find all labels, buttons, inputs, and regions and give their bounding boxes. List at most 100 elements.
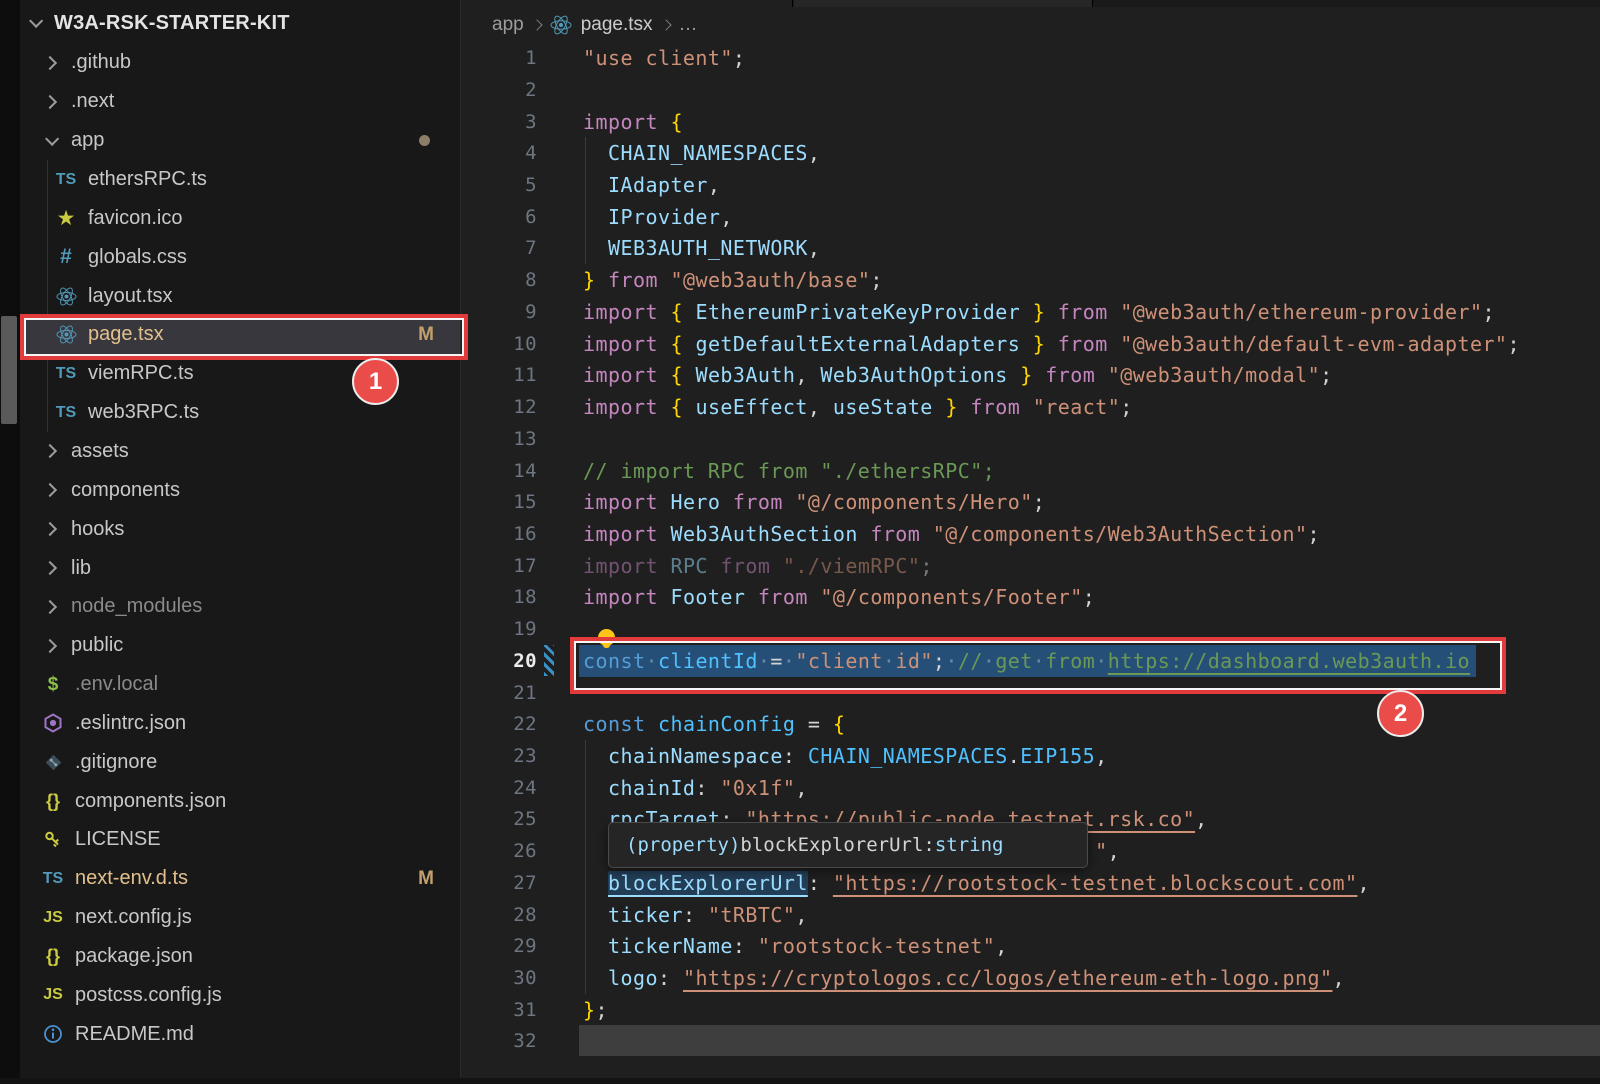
code-text: logo: "https://cryptologos.cc/logos/ethe… <box>583 966 1345 990</box>
sidebar-item-page-tsx[interactable]: page.tsxM <box>20 316 460 355</box>
line-number: 4 <box>461 142 537 164</box>
code-line-10[interactable]: 10import { getDefaultExternalAdapters } … <box>461 328 1600 360</box>
code-line-9[interactable]: 9import { EthereumPrivateKeyProvider } f… <box>461 296 1600 328</box>
code-line-8[interactable]: 8} from "@web3auth/base"; <box>461 264 1600 296</box>
sidebar-item-components-json[interactable]: {}components.json <box>20 782 460 821</box>
sidebar-item-app[interactable]: app <box>20 121 460 160</box>
line-number: 23 <box>461 745 537 767</box>
file-label: .github <box>71 51 131 74</box>
sidebar-item-postcss-config-js[interactable]: JSpostcss.config.js <box>20 976 460 1015</box>
file-label: .eslintrc.json <box>75 712 186 735</box>
sidebar-item-hooks[interactable]: hooks <box>20 510 460 549</box>
sidebar-item-favicon-ico[interactable]: ★favicon.ico <box>20 199 460 238</box>
sidebar-item-layout-tsx[interactable]: layout.tsx <box>20 277 460 316</box>
code-line-29[interactable]: 29 tickerName: "rootstock-testnet", <box>461 930 1600 962</box>
sidebar-item-next-config-js[interactable]: JSnext.config.js <box>20 898 460 937</box>
code-text: "use client"; <box>583 46 745 70</box>
line-number: 18 <box>461 586 537 608</box>
tooltip-property: blockExplorerUrl: <box>740 834 934 856</box>
breadcrumb-file[interactable]: page.tsx <box>581 14 653 36</box>
lightbulb-icon[interactable] <box>598 629 615 646</box>
sidebar-item-github[interactable]: .github <box>20 44 460 83</box>
file-label: package.json <box>75 945 193 968</box>
react-icon <box>550 14 572 36</box>
line-number: 11 <box>461 364 537 386</box>
chevron-right-icon <box>43 639 57 653</box>
sidebar-item-assets[interactable]: assets <box>20 432 460 471</box>
key-icon <box>40 830 66 850</box>
code-line-21[interactable]: 21 <box>461 677 1600 709</box>
sidebar-item-next-env-d-ts[interactable]: TSnext-env.d.tsM <box>20 859 460 898</box>
star-icon: ★ <box>53 206 79 231</box>
code-line-14[interactable]: 14// import RPC from "./ethersRPC"; <box>461 455 1600 487</box>
code-line-16[interactable]: 16import Web3AuthSection from "@/compone… <box>461 518 1600 550</box>
react-icon <box>53 286 79 307</box>
sidebar-item-public[interactable]: public <box>20 626 460 665</box>
code-line-27[interactable]: 27 blockExplorerUrl: "https://rootstock-… <box>461 867 1600 899</box>
line-number: 28 <box>461 904 537 926</box>
code-line-22[interactable]: 22const chainConfig = { <box>461 708 1600 740</box>
annotation-marker-1: 1 <box>352 358 399 405</box>
code-line-2[interactable]: 2 <box>461 74 1600 106</box>
code-line-7[interactable]: 7 WEB3AUTH_NETWORK, <box>461 233 1600 265</box>
code-editor: app page.tsx … 1"use client";23import {4… <box>460 0 1600 1084</box>
code-line-15[interactable]: 15import Hero from "@/components/Hero"; <box>461 486 1600 518</box>
sidebar-item-eslintrc-json[interactable]: .eslintrc.json <box>20 704 460 743</box>
code-line-13[interactable]: 13 <box>461 423 1600 455</box>
ts-icon: TS <box>53 171 79 189</box>
code-line-28[interactable]: 28 ticker: "tRBTC", <box>461 899 1600 931</box>
code-line-12[interactable]: 12import { useEffect, useState } from "r… <box>461 391 1600 423</box>
sidebar-item-globals-css[interactable]: #globals.css <box>20 238 460 277</box>
code-line-4[interactable]: 4 CHAIN_NAMESPACES, <box>461 137 1600 169</box>
file-label: lib <box>71 557 91 580</box>
code-line-17[interactable]: 17import RPC from "./viemRPC"; <box>461 550 1600 582</box>
left-scroll-handle <box>1 316 17 424</box>
tab-strip[interactable] <box>461 0 1600 7</box>
sidebar-item-package-json[interactable]: {}package.json <box>20 937 460 976</box>
code-text: import Web3AuthSection from "@/component… <box>583 522 1320 546</box>
code-line-20[interactable]: 20const·clientId·=·"client·id";·//·get·f… <box>461 645 1600 677</box>
code-line-18[interactable]: 18import Footer from "@/components/Foote… <box>461 582 1600 614</box>
breadcrumb-symbol[interactable]: … <box>679 14 698 36</box>
code-line-23[interactable]: 23 chainNamespace: CHAIN_NAMESPACES.EIP1… <box>461 740 1600 772</box>
chevron-right-icon <box>43 522 57 536</box>
code-text: chainNamespace: CHAIN_NAMESPACES.EIP155, <box>583 744 1108 768</box>
sidebar-item-ethersrpc-ts[interactable]: TSethersRPC.ts <box>20 160 460 199</box>
chevron-right-icon <box>43 444 57 458</box>
code-line-31[interactable]: 31}; <box>461 994 1600 1026</box>
line-number: 12 <box>461 396 537 418</box>
css-icon: # <box>53 245 79 269</box>
code-line-5[interactable]: 5 IAdapter, <box>461 169 1600 201</box>
breadcrumb-folder[interactable]: app <box>492 14 524 36</box>
sidebar-item-env-local[interactable]: $.env.local <box>20 665 460 704</box>
chevron-right-icon <box>43 95 57 109</box>
readme-icon <box>40 1024 66 1044</box>
sidebar-item-components[interactable]: components <box>20 471 460 510</box>
code-line-24[interactable]: 24 chainId: "0x1f", <box>461 772 1600 804</box>
git-icon <box>40 753 66 772</box>
code-line-6[interactable]: 6 IProvider, <box>461 201 1600 233</box>
code-line-3[interactable]: 3import { <box>461 106 1600 138</box>
file-label: node_modules <box>71 595 202 618</box>
line-number: 9 <box>461 301 537 323</box>
code-text: ticker: "tRBTC", <box>583 903 808 927</box>
sidebar-item-license[interactable]: LICENSE <box>20 821 460 860</box>
sidebar-item-next[interactable]: .next <box>20 82 460 121</box>
sidebar-item-node-modules[interactable]: node_modules <box>20 588 460 627</box>
code-line-19[interactable]: 19 <box>461 613 1600 645</box>
code-text: // import RPC from "./ethersRPC"; <box>583 459 995 483</box>
project-root-header[interactable]: W3A-RSK-STARTER-KIT <box>20 6 460 40</box>
sidebar-item-lib[interactable]: lib <box>20 549 460 588</box>
hover-tooltip: (property) blockExplorerUrl: string <box>608 822 1088 868</box>
file-label: assets <box>71 440 129 463</box>
line-number: 19 <box>461 618 537 640</box>
chevron-right-icon <box>43 483 57 497</box>
sidebar-item-readme-md[interactable]: README.md <box>20 1015 460 1054</box>
code-line-1[interactable]: 1"use client"; <box>461 42 1600 74</box>
code-text: const·clientId·=·"client·id";·//·get·fro… <box>583 649 1476 673</box>
code-line-11[interactable]: 11import { Web3Auth, Web3AuthOptions } f… <box>461 360 1600 392</box>
code-line-30[interactable]: 30 logo: "https://cryptologos.cc/logos/e… <box>461 962 1600 994</box>
sidebar-item-web3rpc-ts[interactable]: TSweb3RPC.ts <box>20 393 460 432</box>
explorer-sidebar: W3A-RSK-STARTER-KIT .github .nextappTSeth… <box>20 0 460 1084</box>
sidebar-item-gitignore[interactable]: .gitignore <box>20 743 460 782</box>
